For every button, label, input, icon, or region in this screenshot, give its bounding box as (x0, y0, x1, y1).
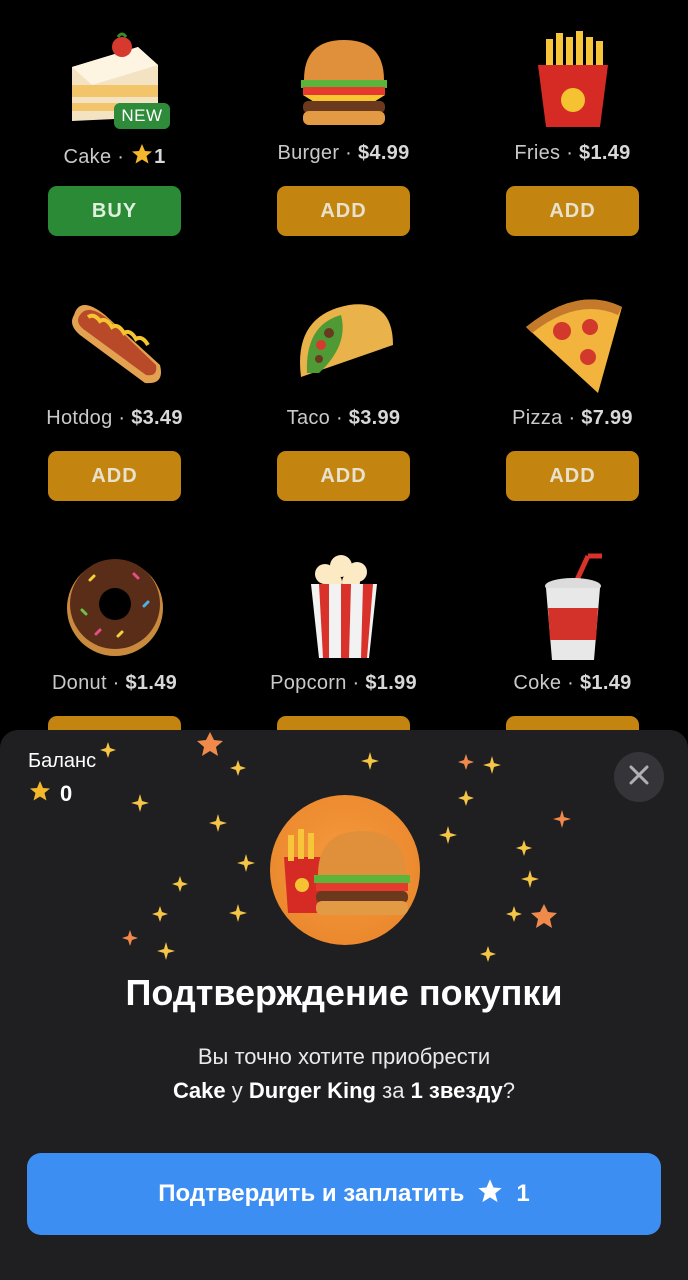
menu-item-hotdog: Hotdog · $3.49 ADD (0, 265, 229, 505)
cake-icon: NEW (60, 25, 170, 135)
menu-item-pizza: Pizza · $7.99 ADD (458, 265, 687, 505)
taco-icon (289, 285, 399, 395)
menu-item-fries: Fries · $1.49 ADD (458, 0, 687, 240)
menu-item-cake: NEW Cake · 1 BUY (0, 0, 229, 240)
item-label: Donut · $1.49 (51, 672, 178, 694)
new-badge: NEW (114, 103, 170, 129)
confirm-amount: 1 (516, 1180, 530, 1207)
product-image (270, 795, 420, 945)
sheet-description: Вы точно хотите приобрести Cake у Durger… (173, 1044, 515, 1103)
item-label: Popcorn · $1.99 (270, 672, 417, 694)
menu-item-coke: Coke · $1.49 (458, 530, 687, 730)
donut-icon (60, 550, 170, 660)
item-label: Cake · 1 (0, 142, 229, 172)
add-button[interactable]: ADD (277, 186, 410, 236)
menu-item-burger: Burger · $4.99 ADD (229, 0, 458, 240)
close-button[interactable] (614, 752, 664, 802)
close-icon (628, 764, 650, 791)
hotdog-icon (60, 285, 170, 395)
add-button[interactable]: ADD (506, 451, 639, 501)
item-label: Fries · $1.49 (514, 142, 631, 164)
buy-button[interactable]: BUY (48, 186, 181, 236)
balance-display: Баланс 0 (28, 750, 96, 808)
item-label: Taco · $3.99 (286, 407, 401, 429)
pizza-icon (518, 285, 628, 395)
item-label: Hotdog · $3.49 (46, 407, 183, 429)
menu-item-taco: Taco · $3.99 ADD (229, 265, 458, 505)
purchase-confirmation-sheet: Баланс 0 Подтверждение покупки Вы точно … (0, 730, 688, 1280)
add-button[interactable]: ADD (277, 451, 410, 501)
add-button[interactable]: ADD (48, 451, 181, 501)
balance-value: 0 (60, 780, 73, 806)
fries-icon (518, 25, 628, 135)
coke-icon (518, 550, 628, 660)
star-icon (130, 142, 154, 172)
star-icon (28, 779, 52, 808)
item-label: Coke · $1.49 (513, 672, 632, 694)
menu-item-donut: Donut · $1.49 (0, 530, 229, 730)
confirm-label: Подтвердить и заплатить (158, 1180, 465, 1207)
burger-icon (289, 25, 399, 135)
confirm-and-pay-button[interactable]: Подтвердить и заплатить 1 (27, 1153, 661, 1235)
sheet-title: Подтверждение покупки (125, 972, 563, 1013)
add-button[interactable]: ADD (506, 186, 639, 236)
item-label: Burger · $4.99 (277, 142, 410, 164)
balance-label: Баланс (28, 750, 97, 772)
menu-item-popcorn: Popcorn · $1.99 (229, 530, 458, 730)
star-icon (476, 1177, 504, 1212)
popcorn-icon (289, 550, 399, 660)
item-label: Pizza · $7.99 (512, 407, 633, 429)
